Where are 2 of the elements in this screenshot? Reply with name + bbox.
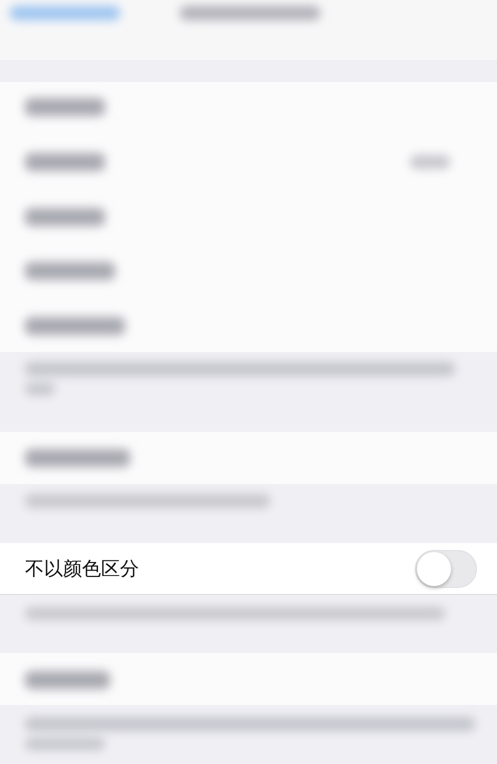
setting-label: 不以颜色区分	[25, 556, 139, 582]
toggle-switch[interactable]	[415, 550, 477, 588]
